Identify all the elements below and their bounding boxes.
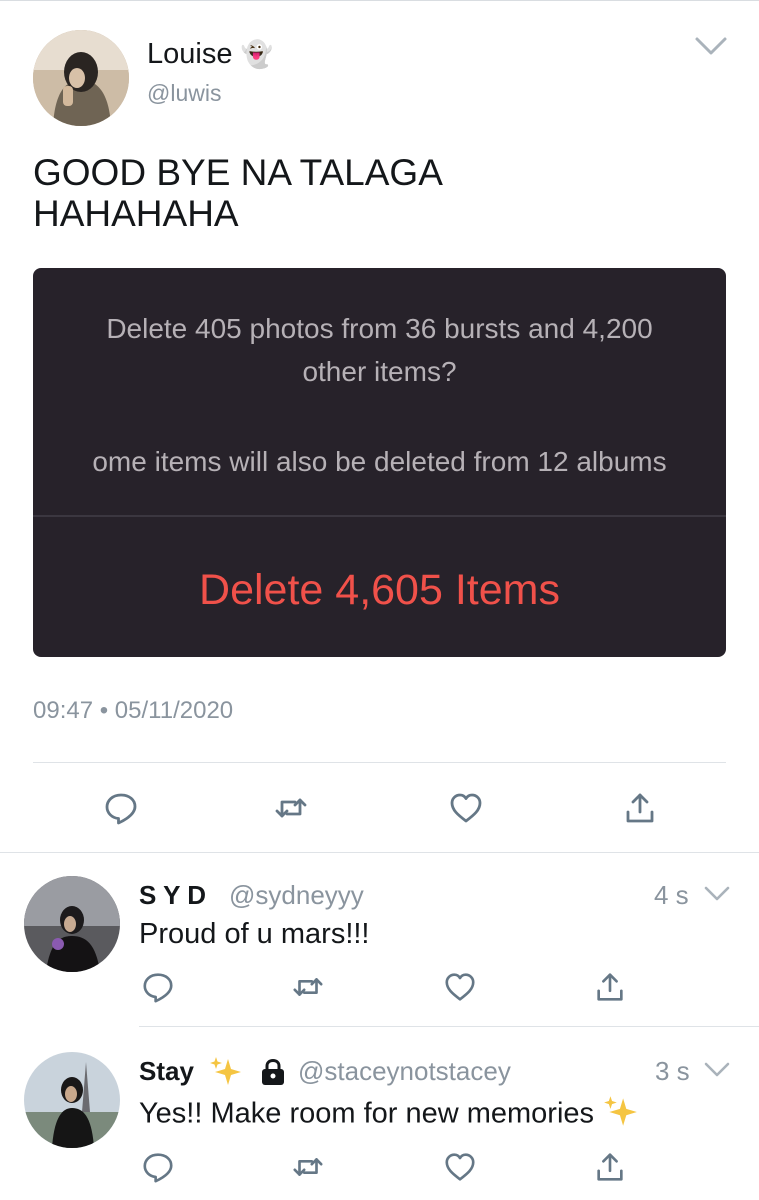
reply-author-name[interactable]: Stay (139, 1056, 194, 1087)
tweet-media-image[interactable]: Delete 405 photos from 36 bursts and 4,2… (33, 268, 726, 657)
chevron-down-icon[interactable] (704, 1062, 730, 1078)
divider (33, 762, 726, 763)
reply-text: Yes!! Make room for new memories (139, 1094, 640, 1136)
chevron-down-icon[interactable] (694, 36, 728, 56)
top-divider (0, 0, 759, 1)
retweet-icon[interactable] (291, 970, 325, 1004)
reply-text: Proud of u mars!!! (139, 918, 370, 950)
share-icon[interactable] (593, 1150, 627, 1184)
reply-time: 3 s (655, 1056, 690, 1086)
avatar[interactable] (24, 1052, 120, 1148)
sparkles-icon (208, 1055, 244, 1087)
author-handle[interactable]: @luwis (147, 80, 221, 107)
media-text-line: other items? (302, 356, 457, 387)
media-text-line: Delete 405 photos from 36 bursts and 4,2… (106, 313, 653, 344)
reply-icon[interactable] (141, 970, 175, 1004)
like-icon[interactable] (443, 970, 477, 1004)
avatar[interactable] (33, 30, 129, 126)
tweet-text-line: HAHAHAHA (33, 193, 239, 234)
reply-time: 4 s (654, 880, 689, 910)
tweet-text: GOOD BYE NA TALAGA HAHAHAHA (33, 152, 723, 234)
share-icon[interactable] (593, 970, 627, 1004)
author-name[interactable]: Louise 👻 (147, 38, 273, 71)
media-divider (33, 515, 726, 517)
tweet-text-line: GOOD BYE NA TALAGA (33, 152, 443, 193)
avatar[interactable] (24, 876, 120, 972)
divider (139, 1026, 759, 1027)
reply-author-handle[interactable]: @sydneyyy (229, 880, 364, 911)
lock-icon (258, 1057, 288, 1087)
like-icon[interactable] (443, 1150, 477, 1184)
divider (0, 852, 759, 853)
reply-author-handle[interactable]: @staceynotstacey (298, 1056, 511, 1087)
reply-icon[interactable] (103, 790, 139, 826)
sparkles-icon (602, 1094, 640, 1136)
author-name-text: Louise (147, 38, 233, 70)
ghost-emoji: 👻 (240, 39, 273, 69)
reply-text-content: Yes!! Make room for new memories (139, 1097, 595, 1130)
media-text-line: ome items will also be deleted from 12 a… (92, 446, 667, 477)
share-icon[interactable] (622, 790, 658, 826)
reply-author-name[interactable]: S Y D (139, 880, 206, 911)
retweet-icon[interactable] (291, 1150, 325, 1184)
media-delete-label: Delete 4,605 Items (199, 566, 560, 614)
tweet-timestamp: 09:47 • 05/11/2020 (33, 697, 234, 724)
like-icon[interactable] (448, 790, 484, 826)
chevron-down-icon[interactable] (704, 886, 730, 902)
retweet-icon[interactable] (273, 790, 309, 826)
reply-icon[interactable] (141, 1150, 175, 1184)
